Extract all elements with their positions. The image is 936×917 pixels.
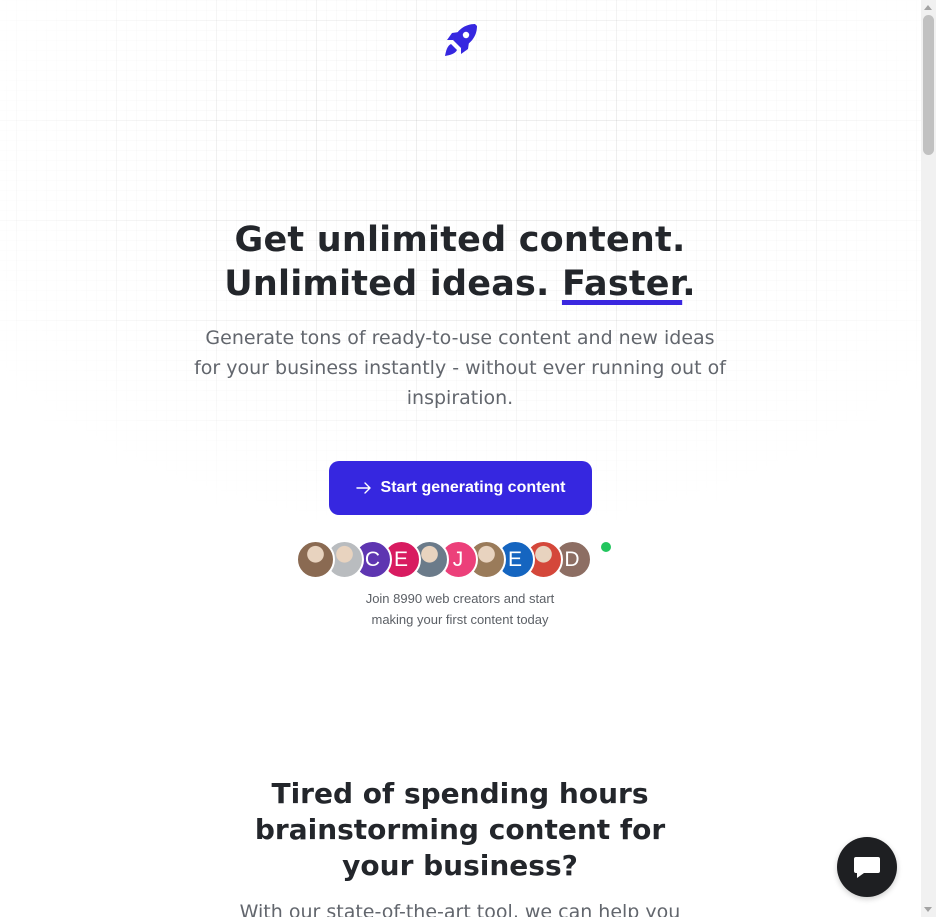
vertical-scrollbar[interactable]: [921, 0, 936, 917]
page: Get unlimited content. Unlimited ideas. …: [0, 0, 921, 917]
join-text: Join 8990 web creators and start making …: [365, 591, 555, 627]
scroll-up-arrow-icon[interactable]: [924, 5, 932, 10]
online-status-dot: [601, 542, 611, 552]
hero-title: Get unlimited content. Unlimited ideas. …: [160, 218, 760, 306]
arrow-right-icon: [355, 482, 371, 494]
scrollbar-thumb[interactable]: [923, 15, 934, 155]
hero-title-suffix: .: [682, 264, 696, 304]
hero-title-line1: Get unlimited content.: [234, 220, 686, 260]
section-text: With our state-of-the-art tool, we can h…: [239, 901, 681, 917]
avatar-photo: [296, 540, 335, 579]
chat-bubble-icon: [854, 857, 880, 878]
chat-widget-button[interactable]: [837, 837, 897, 897]
rocket-icon[interactable]: [441, 20, 481, 60]
avatar-stack: CEJED: [296, 540, 596, 579]
scroll-down-arrow-icon[interactable]: [924, 907, 932, 912]
start-generating-label: Start generating content: [380, 479, 566, 496]
hero-subtitle: Generate tons of ready-to-use content an…: [194, 327, 726, 409]
section-title: Tired of spending hours brainstorming co…: [254, 777, 666, 882]
hero-title-line2: Unlimited ideas.: [224, 264, 562, 304]
start-generating-button[interactable]: Start generating content: [329, 461, 592, 515]
hero-title-highlight: Faster: [561, 264, 683, 304]
